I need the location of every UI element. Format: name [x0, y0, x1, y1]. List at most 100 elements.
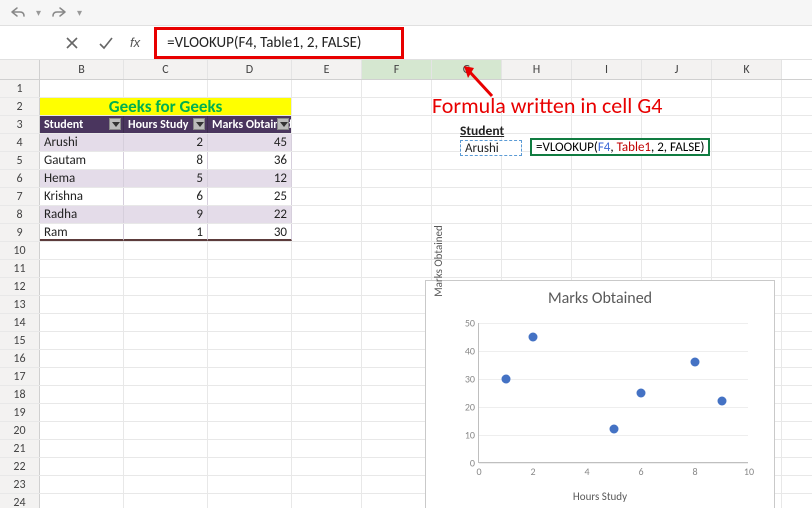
cell[interactable]	[124, 476, 208, 493]
cell[interactable]	[362, 494, 432, 508]
table-cell[interactable]: 8	[124, 152, 208, 169]
cell[interactable]	[124, 386, 208, 403]
cell[interactable]	[40, 476, 124, 493]
cell[interactable]	[362, 440, 432, 457]
cell[interactable]	[362, 224, 432, 241]
row-header[interactable]: 12	[0, 278, 40, 295]
column-header[interactable]: K	[712, 60, 782, 79]
cell[interactable]	[362, 206, 432, 223]
chart-object[interactable]: Marks Obtained Marks Obtained 0102030405…	[425, 280, 775, 508]
cell[interactable]	[208, 422, 292, 439]
cell[interactable]	[362, 278, 432, 295]
cell[interactable]	[40, 80, 124, 97]
cell[interactable]	[362, 170, 432, 187]
redo-button[interactable]	[51, 6, 67, 20]
cell[interactable]	[40, 386, 124, 403]
cell[interactable]	[712, 188, 782, 205]
column-header[interactable]: D	[208, 60, 292, 79]
cell[interactable]	[642, 170, 712, 187]
cell[interactable]	[292, 116, 362, 133]
cell[interactable]	[502, 188, 572, 205]
table-cell[interactable]: Ram	[40, 224, 124, 241]
cell[interactable]	[362, 116, 432, 133]
column-header[interactable]: E	[292, 60, 362, 79]
row-header[interactable]: 23	[0, 476, 40, 493]
cell[interactable]	[362, 80, 432, 97]
table-cell[interactable]: 5	[124, 170, 208, 187]
cell[interactable]	[712, 98, 782, 115]
cell[interactable]	[712, 116, 782, 133]
cell[interactable]	[292, 332, 362, 349]
cell[interactable]	[292, 260, 362, 277]
cell[interactable]	[208, 368, 292, 385]
cell[interactable]	[124, 314, 208, 331]
cell[interactable]	[124, 440, 208, 457]
cell[interactable]	[362, 350, 432, 367]
cell[interactable]	[292, 314, 362, 331]
cell[interactable]	[642, 260, 712, 277]
cell[interactable]	[642, 206, 712, 223]
column-header[interactable]: I	[572, 60, 642, 79]
table-cell[interactable]: Gautam	[40, 152, 124, 169]
row-header[interactable]: 20	[0, 422, 40, 439]
column-header[interactable]: C	[124, 60, 208, 79]
row-header[interactable]: 8	[0, 206, 40, 223]
row-header[interactable]: 16	[0, 350, 40, 367]
table-cell[interactable]: Hema	[40, 170, 124, 187]
row-header[interactable]: 18	[0, 386, 40, 403]
cell[interactable]	[208, 494, 292, 508]
cell[interactable]	[208, 278, 292, 295]
column-header[interactable]: H	[502, 60, 572, 79]
cell[interactable]	[362, 332, 432, 349]
worksheet-grid[interactable]: BCDEFGHIJK 12Geeks for Geeks3StudentHour…	[0, 60, 812, 508]
row-header[interactable]: 14	[0, 314, 40, 331]
cell[interactable]	[292, 152, 362, 169]
row-header[interactable]: 22	[0, 458, 40, 475]
table-cell[interactable]: 9	[124, 206, 208, 223]
cell[interactable]	[208, 242, 292, 259]
cell[interactable]	[208, 458, 292, 475]
cell[interactable]	[362, 404, 432, 421]
table-cell[interactable]: 36	[208, 152, 292, 169]
table-cell[interactable]: Radha	[40, 206, 124, 223]
row-header[interactable]: 4	[0, 134, 40, 151]
cell[interactable]	[572, 170, 642, 187]
table-cell[interactable]: 6	[124, 188, 208, 205]
cell[interactable]	[572, 206, 642, 223]
cell[interactable]	[712, 170, 782, 187]
cell[interactable]	[292, 206, 362, 223]
cell[interactable]	[712, 206, 782, 223]
cell[interactable]	[362, 422, 432, 439]
select-all-corner[interactable]	[0, 60, 40, 79]
cell[interactable]	[208, 260, 292, 277]
cell[interactable]	[362, 134, 432, 151]
cell[interactable]	[40, 422, 124, 439]
cell[interactable]	[292, 188, 362, 205]
formula-input[interactable]: =VLOOKUP(F4, Table1, 2, FALSE)	[154, 27, 404, 59]
cell[interactable]	[208, 404, 292, 421]
cell[interactable]	[362, 152, 432, 169]
cell[interactable]	[292, 224, 362, 241]
table-cell[interactable]: 30	[208, 224, 292, 241]
row-header[interactable]: 9	[0, 224, 40, 241]
cell[interactable]	[362, 368, 432, 385]
row-header[interactable]: 6	[0, 170, 40, 187]
cell[interactable]	[642, 242, 712, 259]
cell[interactable]	[124, 278, 208, 295]
table-cell[interactable]: 22	[208, 206, 292, 223]
cell[interactable]	[124, 422, 208, 439]
undo-dropdown-icon[interactable]: ▾	[36, 6, 41, 19]
cell[interactable]	[502, 170, 572, 187]
cell[interactable]	[124, 458, 208, 475]
qat-customize-icon[interactable]: ▾	[77, 6, 82, 19]
cell[interactable]	[292, 386, 362, 403]
cell[interactable]	[208, 350, 292, 367]
cell[interactable]	[572, 224, 642, 241]
cell[interactable]	[124, 296, 208, 313]
cell[interactable]	[362, 458, 432, 475]
row-header[interactable]: 19	[0, 404, 40, 421]
cell[interactable]	[124, 494, 208, 508]
cell[interactable]	[124, 260, 208, 277]
cell[interactable]	[292, 494, 362, 508]
cell[interactable]	[362, 296, 432, 313]
